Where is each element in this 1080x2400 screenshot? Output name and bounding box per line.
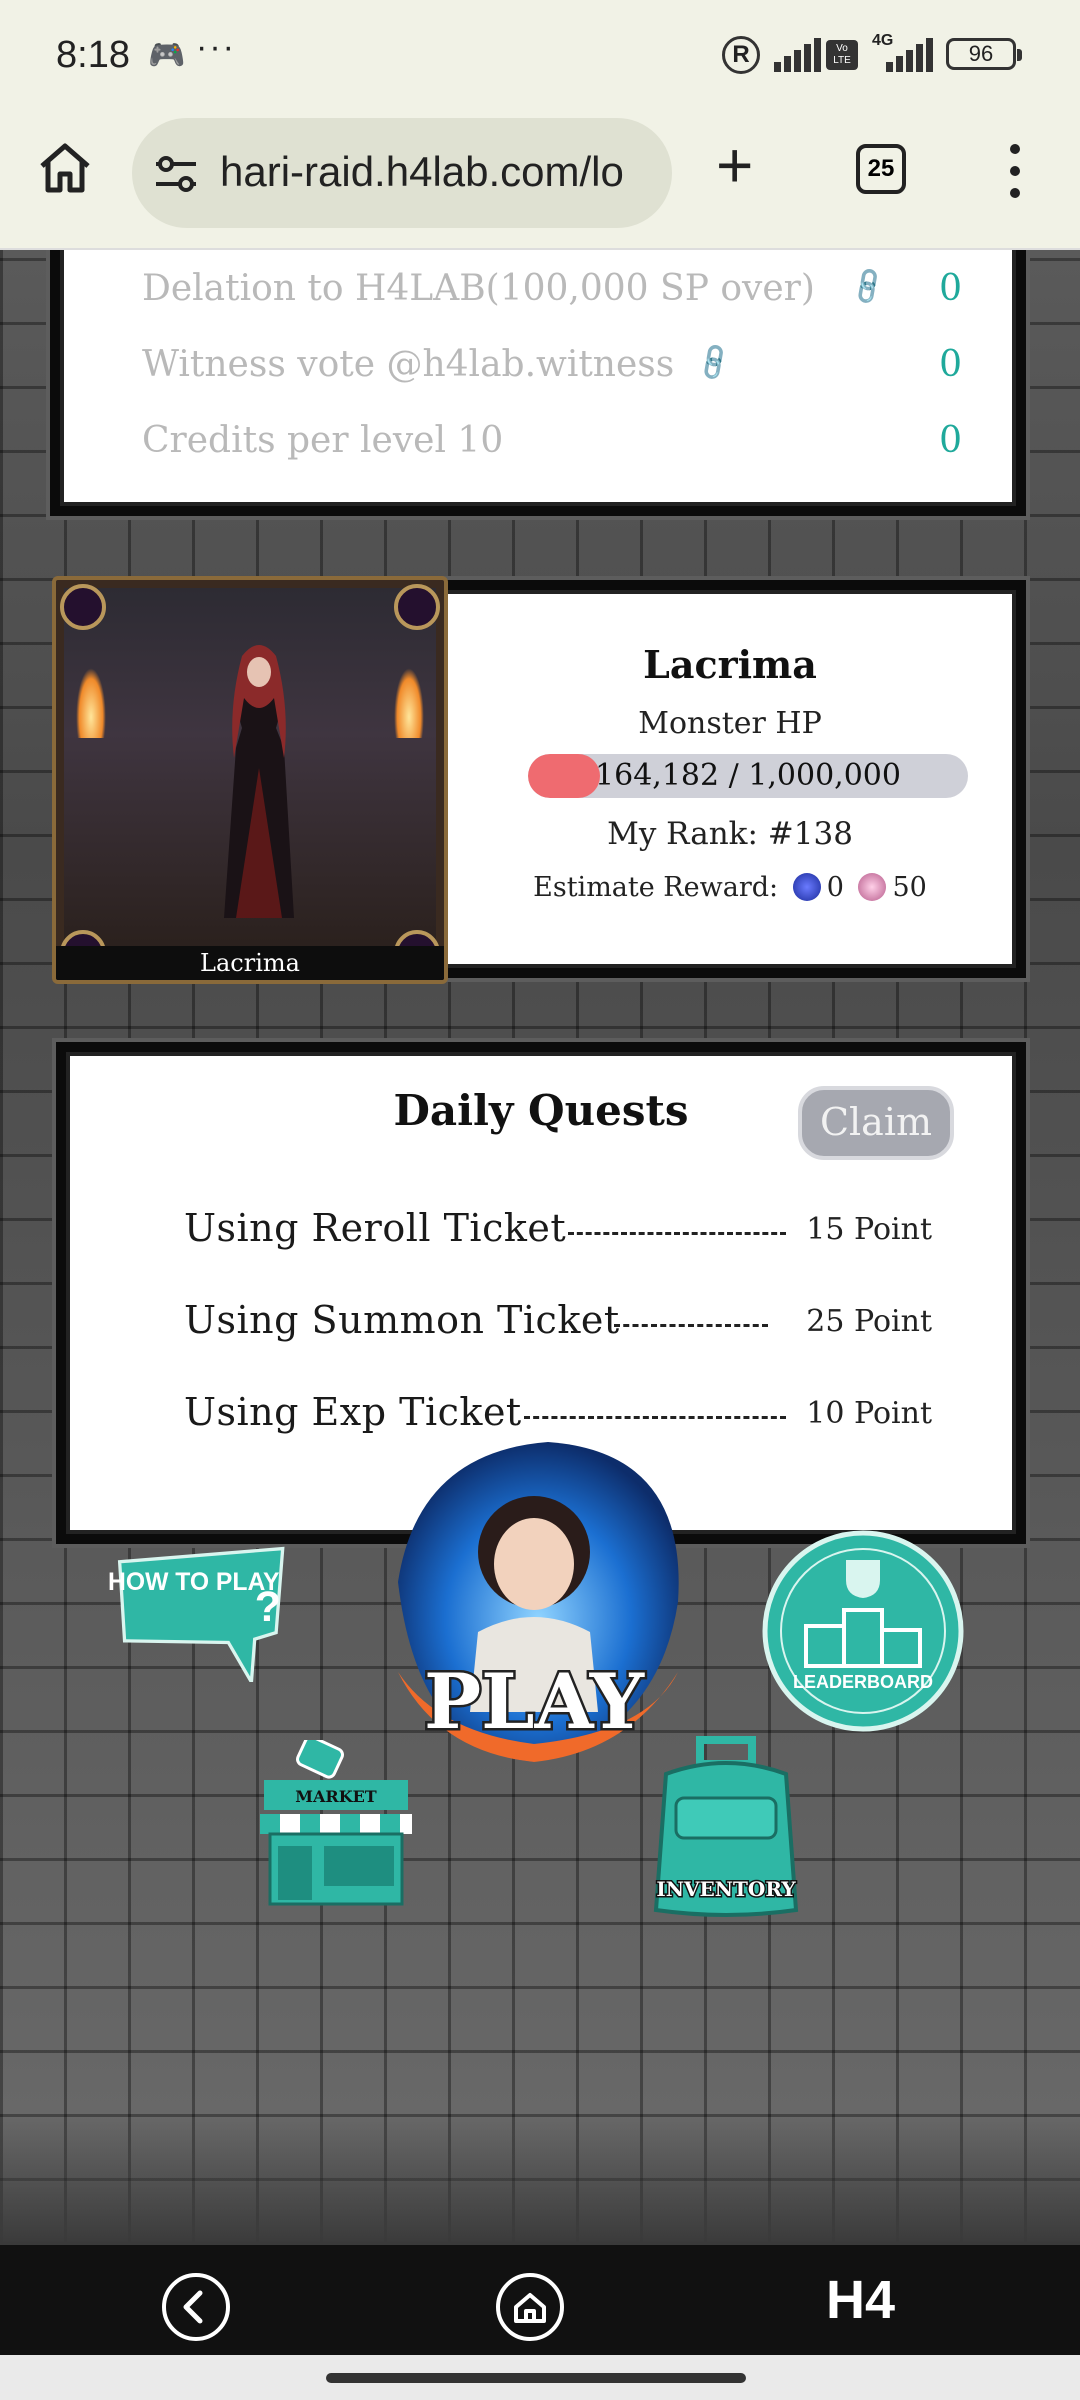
quest-row: Using Reroll Ticket 15 Point	[184, 1206, 932, 1250]
achievements-panel: Delation to H4LAB(100,000 SP over) 🔗 0 W…	[46, 250, 1030, 520]
registered-icon: R	[722, 36, 760, 74]
volte-icon: Vo LTE	[826, 40, 858, 70]
achievement-row: Credits per level 10 0	[142, 420, 962, 461]
boss-figure-image	[224, 645, 294, 918]
gamepad-icon: 🎮	[148, 39, 186, 72]
status-bar: 8:18 🎮 ··· R Vo LTE 4G 96	[0, 0, 1080, 110]
flame-decoration	[394, 668, 424, 738]
game-page: Delation to H4LAB(100,000 SP over) 🔗 0 W…	[0, 250, 1080, 2245]
gesture-handle[interactable]	[326, 2373, 746, 2383]
link-icon[interactable]: 🔗	[846, 265, 890, 308]
status-time: 8:18	[56, 34, 130, 76]
back-icon[interactable]	[162, 2273, 230, 2341]
url-text: hari-raid.h4lab.com/lo	[220, 148, 624, 195]
flame-decoration	[76, 668, 106, 738]
home-nav-icon[interactable]	[496, 2273, 564, 2341]
monster-hp-bar: 164,182 / 1,000,000	[528, 754, 968, 798]
signal-icon	[774, 38, 822, 72]
monster-hp-text: 164,182 / 1,000,000	[595, 758, 901, 793]
inventory-button[interactable]: INVENTORY	[636, 1734, 816, 1920]
card-corner-gem	[394, 584, 440, 630]
boss-card-art	[64, 588, 436, 954]
phone-icon	[296, 1740, 344, 1779]
estimate-reward: Estimate Reward: 0 50	[533, 872, 927, 903]
market-label: MARKET	[295, 1787, 377, 1806]
site-settings-icon[interactable]	[154, 156, 198, 192]
new-tab-button[interactable]: +	[716, 133, 753, 197]
browser-toolbar: hari-raid.h4lab.com/lo + 25	[0, 110, 1080, 250]
boss-card-name: Lacrima	[56, 946, 444, 980]
signal-icon-2	[886, 38, 934, 72]
battery-icon: 96	[946, 38, 1022, 70]
monster-hp-label: Monster HP	[638, 706, 822, 741]
trophy-icon	[846, 1560, 880, 1598]
card-corner-gem	[60, 584, 106, 630]
token-coin-icon	[858, 873, 887, 901]
inventory-label: INVENTORY	[656, 1877, 796, 1901]
gesture-bar	[0, 2355, 1080, 2400]
my-rank: My Rank: #138	[607, 816, 853, 852]
how-to-play-button[interactable]: HOW TO PLAY ?	[94, 1542, 310, 1682]
boss-name: Lacrima	[643, 642, 817, 687]
play-label: PLAY	[424, 1657, 645, 1746]
bottom-nav: H4	[0, 2245, 1080, 2355]
link-icon[interactable]: 🔗	[692, 341, 736, 384]
steem-coin-icon	[792, 873, 821, 901]
question-mark-icon: ?	[255, 1583, 281, 1631]
boss-card[interactable]: Lacrima	[52, 576, 448, 984]
quest-row: Using Summon Ticket 25 Point	[184, 1298, 932, 1342]
home-icon[interactable]	[36, 138, 94, 196]
achievement-row: Delation to H4LAB(100,000 SP over) 🔗 0	[142, 265, 962, 309]
achievement-row: Witness vote @h4lab.witness 🔗 0	[142, 341, 962, 385]
h4-logo[interactable]: H4	[826, 2273, 895, 2327]
claim-button[interactable]: Claim	[798, 1086, 954, 1160]
address-bar[interactable]: hari-raid.h4lab.com/lo	[132, 118, 672, 228]
market-button[interactable]: MARKET	[254, 1740, 418, 1908]
leaderboard-button[interactable]: LEADERBOARD	[762, 1530, 964, 1732]
more-notifications-icon: ···	[196, 28, 236, 66]
browser-menu-button[interactable]	[1000, 144, 1030, 204]
leaderboard-label: LEADERBOARD	[793, 1672, 933, 1692]
boss-info-panel: Lacrima Monster HP 164,182 / 1,000,000 M…	[430, 576, 1030, 982]
tab-switcher-button[interactable]: 25	[856, 144, 906, 194]
